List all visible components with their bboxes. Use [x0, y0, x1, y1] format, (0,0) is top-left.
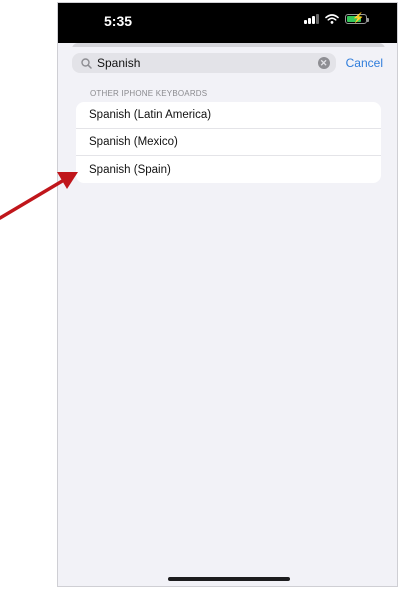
search-row: ✕ Cancel — [72, 53, 383, 73]
keyboard-list: Spanish (Latin America) Spanish (Mexico)… — [76, 102, 381, 183]
keyboard-item-spanish-latin-america[interactable]: Spanish (Latin America) — [76, 102, 381, 129]
search-input[interactable] — [93, 56, 297, 70]
keyboard-search-sheet: ✕ Cancel OTHER IPHONE KEYBOARDS Spanish … — [58, 47, 397, 586]
screenshot-stage: 5:35 ⚡ Spanish ✕ Cancel OTHER IPHONE KEY… — [0, 0, 406, 603]
battery-charging-icon: ⚡ — [345, 13, 369, 24]
search-icon — [79, 56, 93, 70]
status-icons: ⚡ — [304, 13, 369, 24]
status-bar: 5:35 ⚡ — [58, 3, 397, 43]
charging-bolt-icon: ⚡ — [352, 13, 365, 24]
home-indicator — [168, 577, 290, 581]
cellular-signal-icon — [304, 14, 319, 24]
clear-icon[interactable]: ✕ — [317, 57, 330, 69]
status-time: 5:35 — [104, 13, 133, 29]
search-field[interactable]: ✕ — [72, 53, 336, 73]
keyboard-item-spanish-spain[interactable]: Spanish (Spain) — [76, 156, 381, 183]
wifi-icon — [325, 14, 339, 24]
keyboard-item-spanish-mexico[interactable]: Spanish (Mexico) — [76, 129, 381, 156]
section-header: OTHER IPHONE KEYBOARDS — [90, 89, 208, 98]
phone-screen: 5:35 ⚡ Spanish ✕ Cancel OTHER IPHONE KEY… — [57, 2, 398, 587]
cancel-button[interactable]: Cancel — [346, 56, 383, 70]
